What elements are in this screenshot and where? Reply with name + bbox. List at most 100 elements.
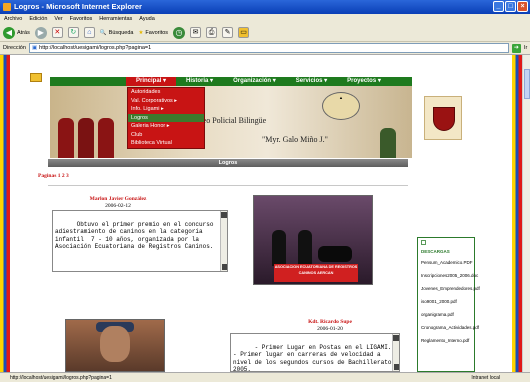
download-link[interactable]: organigrama.pdf <box>418 308 474 321</box>
page-icon: ▣ <box>31 44 38 51</box>
entry-text-box[interactable]: - Primer Lugar en Postas en el LIGAMI. -… <box>230 333 400 372</box>
stop-button[interactable]: ✕ <box>51 27 63 38</box>
entry-date: 2006-02-12 <box>105 203 131 209</box>
browser-toolbar: ◀ Atrás ▶ ✕ ↻ ⌂ 🔍 Búsqueda ★ Favoritos ◷… <box>0 24 530 42</box>
folder-button[interactable]: ▭ <box>238 27 250 38</box>
window-title: Logros - Microsoft Internet Explorer <box>14 2 142 11</box>
scroll-thumb[interactable] <box>524 69 530 99</box>
menu-edicion[interactable]: Edición <box>29 14 47 24</box>
site-header-banner: ▲ Liceo Policial Bilingüe "Myr. Galo Miñ… <box>50 86 412 158</box>
page-link-1[interactable]: 1 <box>58 173 61 179</box>
go-label: Ir <box>523 45 528 51</box>
download-link[interactable]: Inscripciones2005_2006.doc <box>418 269 478 282</box>
entry-text: - Primer Lugar en Postas en el LIGAMI. -… <box>233 343 396 372</box>
nav-servicios[interactable]: Servicios ▾ <box>286 77 337 86</box>
download-link[interactable]: iso9001_2000.pdf <box>418 295 474 308</box>
address-input[interactable]: ▣ http://localhost/uesigami/logros.php?p… <box>28 43 509 53</box>
menu-bar: Archivo Edición Ver Favoritos Herramient… <box>0 14 530 24</box>
nav-historia[interactable]: Historia ▾ <box>176 77 223 86</box>
page-link-2[interactable]: 2 <box>62 173 65 179</box>
shield-icon <box>433 107 455 131</box>
face-shape <box>100 326 130 362</box>
download-link[interactable]: Cronograma_Actividades.pdf <box>418 321 479 334</box>
soldier-figure <box>78 118 94 158</box>
search-label: Búsqueda <box>108 29 134 36</box>
download-icon <box>421 240 426 245</box>
person-figure <box>272 230 286 266</box>
forward-button[interactable]: ▶ <box>34 26 47 39</box>
history-button[interactable]: ◷ <box>173 26 186 39</box>
menu-ayuda[interactable]: Ayuda <box>139 14 155 24</box>
achievement-photo: ASOCIACION ECUATORIANA DE REGISTROS CANI… <box>253 195 373 285</box>
page-viewport: Principal ▾ Historia ▾ Organización ▾ Se… <box>0 55 522 372</box>
ie-icon <box>3 3 11 11</box>
download-link[interactable]: Jovenes_Emprendedores.pdf <box>418 282 480 295</box>
entry-name: Kdt. Ricardo Supe <box>308 319 352 325</box>
section-title-bar: Logros <box>48 159 408 167</box>
pagination: Paginas 1 2 3 <box>38 173 69 179</box>
home-button[interactable]: ⌂ <box>83 27 95 38</box>
textbox-scrollbar[interactable] <box>392 334 399 371</box>
dropdown-item-autoridades[interactable]: Autoridades <box>128 88 204 97</box>
entry-date: 2006-01-20 <box>317 326 343 332</box>
star-icon: ★ <box>138 29 144 36</box>
favorites-button[interactable]: ★ Favoritos <box>138 30 168 36</box>
dropdown-item-valores[interactable]: Val. Corporativos ▸ <box>128 97 204 106</box>
window-titlebar: Logros - Microsoft Internet Explorer _ □… <box>0 0 530 14</box>
go-button[interactable]: ➜ <box>511 43 521 53</box>
page-link-3[interactable]: 3 <box>66 173 69 179</box>
entry-text: Obtuvo el primer premio en el concurso a… <box>55 220 218 251</box>
refresh-button[interactable]: ↻ <box>67 27 79 38</box>
dropdown-item-club[interactable]: Club <box>128 131 204 140</box>
dog-figure <box>318 246 352 262</box>
nav-proyectos[interactable]: Proyectos ▾ <box>337 77 391 86</box>
status-url: http://localhost/uesigami/logros.php?pag… <box>10 375 112 381</box>
textbox-scrollbar[interactable] <box>220 211 227 271</box>
favorites-label: Favoritos <box>145 29 169 36</box>
nav-organizacion[interactable]: Organización ▾ <box>223 77 286 86</box>
menu-archivo[interactable]: Archivo <box>4 14 22 24</box>
search-icon: 🔍 <box>99 29 107 36</box>
minimize-button[interactable]: _ <box>493 1 504 12</box>
window-controls: _ □ × <box>493 1 528 12</box>
left-flag-stripes <box>0 55 10 372</box>
menu-herramientas[interactable]: Herramientas <box>99 14 132 24</box>
header-emblem: ▲ <box>322 92 360 120</box>
close-button[interactable]: × <box>517 1 528 12</box>
soldier-figure <box>380 128 396 158</box>
person-figure <box>298 230 312 266</box>
print-button[interactable]: ⎙ <box>206 27 218 38</box>
address-label: Dirección <box>3 45 26 51</box>
school-badge <box>424 96 462 140</box>
maximize-button[interactable]: □ <box>505 1 516 12</box>
entry-name: Marlon Javier González <box>89 196 147 202</box>
downloads-panel: DESCARGAS Pensum_Academico.PDF Inscripci… <box>417 237 480 372</box>
menu-favoritos[interactable]: Favoritos <box>70 14 93 24</box>
edit-button[interactable]: ✎ <box>222 27 234 38</box>
principal-dropdown: Autoridades Val. Corporativos ▸ Info. Li… <box>127 87 205 149</box>
entry-text-box[interactable]: Obtuvo el primer premio en el concurso a… <box>52 210 228 272</box>
soldier-figure <box>98 118 114 158</box>
back-label: Atrás <box>17 29 30 36</box>
menu-ver[interactable]: Ver <box>54 14 62 24</box>
dropdown-item-logros[interactable]: Logros <box>128 113 204 122</box>
folder-icon[interactable] <box>30 73 42 82</box>
dropdown-item-info[interactable]: Info. Ligami ▸ <box>128 105 204 114</box>
separator <box>48 185 408 186</box>
header-subtitle: "Myr. Galo Miño J." <box>262 135 328 144</box>
right-flag-stripes <box>512 55 522 372</box>
paginas-label: Paginas <box>38 173 57 179</box>
dropdown-item-biblioteca[interactable]: Biblioteca Virtual <box>128 139 204 148</box>
download-link[interactable]: Pensum_Academico.PDF <box>418 256 474 269</box>
page-scrollbar[interactable] <box>522 55 530 372</box>
dropdown-item-galeria[interactable]: Galeria Honor ▸ <box>128 122 204 131</box>
downloads-title: DESCARGAS <box>421 249 450 254</box>
search-button[interactable]: 🔍 Búsqueda <box>100 30 134 36</box>
download-link[interactable]: Reglamento_Interno.pdf <box>418 334 474 347</box>
status-bar: http://localhost/uesigami/logros.php?pag… <box>0 372 530 382</box>
address-url: http://localhost/uesigami/logros.php?pag… <box>39 44 152 51</box>
mail-button[interactable]: ✉ <box>190 27 202 38</box>
student-photo <box>65 319 165 372</box>
nav-principal[interactable]: Principal ▾ <box>126 77 177 86</box>
back-button[interactable]: ◀ Atrás <box>3 26 30 39</box>
